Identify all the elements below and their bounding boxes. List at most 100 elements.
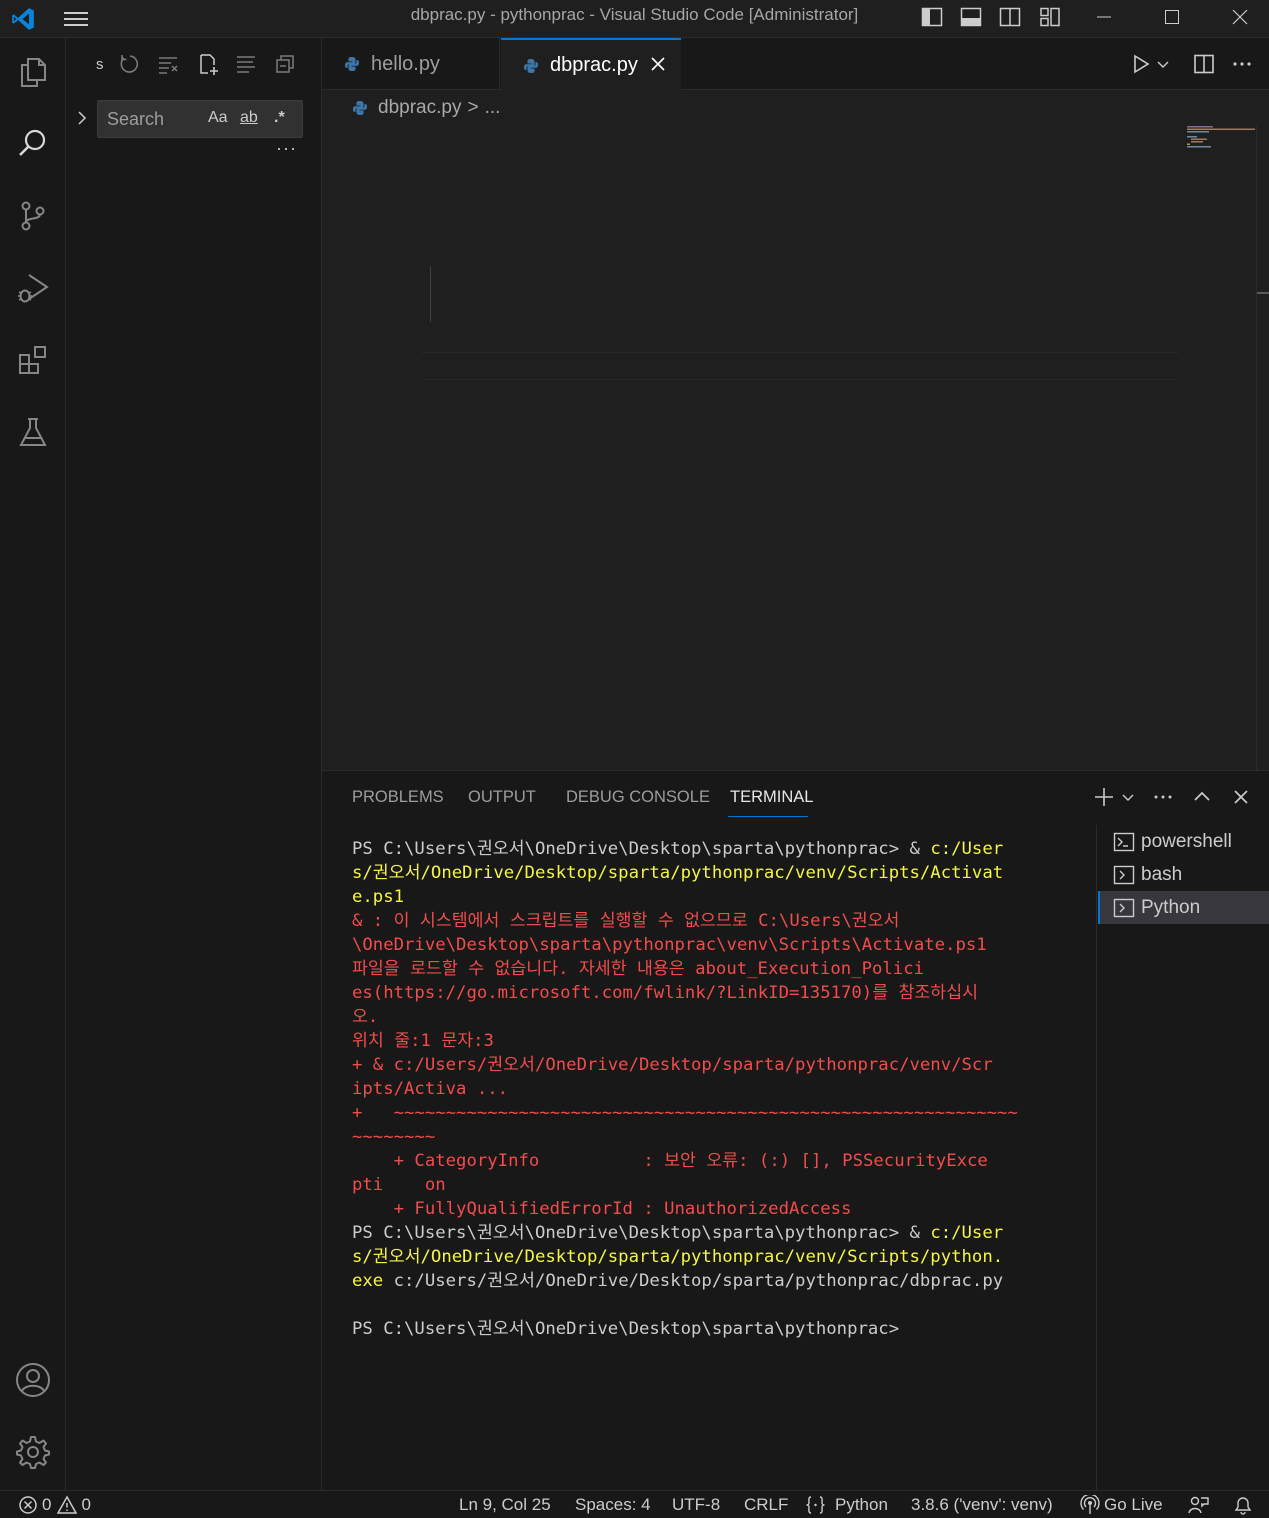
terminal-line: 오. xyxy=(352,1005,1058,1029)
activity-bar xyxy=(0,38,66,1490)
extensions-icon xyxy=(19,346,46,374)
scroll-position-marker xyxy=(1257,292,1269,294)
terminal-item-label: bash xyxy=(1141,863,1183,885)
maximize-button[interactable] xyxy=(1149,0,1195,34)
clear-results-icon[interactable] xyxy=(156,52,180,76)
tab-problems[interactable]: PROBLEMS xyxy=(352,788,444,807)
feedback-icon[interactable] xyxy=(1187,1495,1209,1515)
terminal-line: 위치 줄:1 문자:3 xyxy=(352,1029,1058,1053)
terminal-text: s/권오서/OneDrive/Desktop/sparta/pythonprac… xyxy=(352,863,1004,883)
language-mode[interactable]: Python xyxy=(805,1494,888,1516)
terminal-text: c:/User xyxy=(930,1223,1004,1243)
python-interpreter[interactable]: 3.8.6 ('venv': venv) xyxy=(911,1494,1053,1516)
toggle-primary-sidebar-icon[interactable] xyxy=(920,5,944,29)
tab-output[interactable]: OUTPUT xyxy=(468,788,536,807)
more-actions-icon[interactable] xyxy=(1230,52,1254,76)
code-line: 9 db.users.insert_one(doc) xyxy=(322,352,1178,380)
chevron-down-icon[interactable] xyxy=(1156,57,1170,71)
indentation-status[interactable]: Spaces: 4 xyxy=(575,1494,651,1516)
tab-dbprac-py[interactable]: dbprac.py xyxy=(501,38,681,91)
accounts-button[interactable] xyxy=(0,1348,66,1412)
toggle-search-details-button[interactable]: ··· xyxy=(276,138,297,159)
toggle-panel-icon[interactable] xyxy=(959,5,983,29)
encoding-status[interactable]: UTF-8 xyxy=(672,1494,720,1516)
manage-button[interactable] xyxy=(0,1420,66,1484)
terminal-text: ipts/Activa ... xyxy=(352,1079,509,1099)
problems-status[interactable]: 0 0 xyxy=(18,1494,91,1516)
code-line: 7 'age': 24 xyxy=(322,294,1178,322)
terminal-text: PS C:\Users\권오서\OneDrive\Desktop\sparta\… xyxy=(352,1223,931,1243)
tab-label: hello.py xyxy=(371,52,440,75)
notifications-bell-icon[interactable] xyxy=(1232,1495,1254,1515)
minimap-preview xyxy=(1187,126,1255,148)
toggle-secondary-sidebar-icon[interactable] xyxy=(998,5,1022,29)
terminal-line: + FullyQualifiedErrorId : UnauthorizedAc… xyxy=(352,1197,1058,1221)
tab-terminal[interactable]: TERMINAL xyxy=(730,788,813,807)
new-terminal-icon[interactable] xyxy=(1092,785,1116,809)
terminal-text: 오. xyxy=(352,1007,379,1027)
terminal-line: s/권오서/OneDrive/Desktop/sparta/pythonprac… xyxy=(352,861,1058,885)
explorer-button[interactable] xyxy=(0,40,66,104)
split-editor-icon[interactable] xyxy=(1192,52,1216,76)
flask-icon xyxy=(19,418,47,446)
new-search-editor-icon[interactable] xyxy=(196,52,220,76)
tab-debug-console[interactable]: DEBUG CONSOLE xyxy=(566,788,710,807)
terminal-item-powershell[interactable]: powershell xyxy=(1098,825,1269,858)
match-case-toggle[interactable]: Aa xyxy=(208,109,228,131)
active-tab-indicator xyxy=(728,816,808,817)
breadcrumb: dbprac.py > ... xyxy=(322,90,1269,126)
close-icon xyxy=(1232,9,1248,25)
go-live-button[interactable]: Go Live xyxy=(1080,1494,1163,1516)
collapse-all-icon[interactable] xyxy=(273,52,297,76)
terminal-profiles-chevron-icon[interactable] xyxy=(1120,785,1136,809)
terminal-item-bash[interactable]: bash xyxy=(1098,858,1269,891)
use-regex-toggle[interactable]: .* xyxy=(274,109,285,131)
terminal-text: ~~~~~~~~ xyxy=(352,1127,436,1147)
play-icon xyxy=(1134,54,1150,74)
code-editor[interactable]: 1 from pymongo import MongoClient 2 clie… xyxy=(322,126,1269,770)
breadcrumb-symbols[interactable]: ... xyxy=(485,97,501,119)
maximize-panel-chevron-up-icon[interactable] xyxy=(1190,785,1214,809)
close-panel-icon[interactable] xyxy=(1229,785,1253,809)
tab-hello-py[interactable]: hello.py xyxy=(322,38,500,90)
gear-icon xyxy=(16,1436,50,1469)
minimize-button[interactable] xyxy=(1081,0,1127,34)
cursor-position[interactable]: Ln 9, Col 25 xyxy=(459,1494,551,1516)
terminal-item-python[interactable]: Python xyxy=(1098,891,1269,924)
terminal-text: & : 이 시스템에서 스크립트를 실행할 수 없으므로 C:\Users\권오… xyxy=(352,911,900,931)
close-tab-icon[interactable] xyxy=(649,55,667,73)
refresh-icon[interactable] xyxy=(118,52,142,76)
search-input[interactable] xyxy=(107,107,207,131)
terminal-line: + ~~~~~~~~~~~~~~~~~~~~~~~~~~~~~~~~~~~~~~… xyxy=(352,1101,1058,1125)
terminal-output[interactable]: PS C:\Users\권오서\OneDrive\Desktop\sparta\… xyxy=(352,837,1058,1341)
terminal-text: s/권오서/OneDrive/Desktop/sparta/pythonprac… xyxy=(352,1247,1004,1267)
terminal-line: PS C:\Users\권오서\OneDrive\Desktop\sparta\… xyxy=(352,1221,1058,1245)
terminal-line: ipts/Activa ... xyxy=(352,1077,1058,1101)
search-view-button[interactable] xyxy=(0,112,66,176)
toggle-replace-chevron-icon[interactable] xyxy=(74,110,90,126)
source-control-button[interactable] xyxy=(0,184,66,248)
editor-scrollbar[interactable] xyxy=(1256,126,1269,770)
match-whole-word-toggle[interactable]: ab xyxy=(240,109,258,131)
terminal-text: e.ps1 xyxy=(352,887,405,907)
eol-status[interactable]: CRLF xyxy=(744,1494,788,1516)
view-as-tree-icon[interactable] xyxy=(234,52,258,76)
minimap[interactable] xyxy=(1178,126,1256,770)
customize-layout-icon[interactable] xyxy=(1038,5,1062,29)
broadcast-icon xyxy=(1080,1495,1100,1514)
close-window-button[interactable] xyxy=(1217,0,1263,34)
run-python-file-button[interactable] xyxy=(1130,50,1170,78)
terminal-icon xyxy=(1113,898,1135,917)
code-line: 5 doc = { xyxy=(322,238,1178,266)
run-and-debug-button[interactable] xyxy=(0,256,66,320)
extensions-button[interactable] xyxy=(0,328,66,392)
terminal-line: \OneDrive\Desktop\sparta\pythonprac\venv… xyxy=(352,933,1058,957)
python-file-icon xyxy=(345,57,359,71)
code-line: 8 } xyxy=(322,322,1178,350)
testing-button[interactable] xyxy=(0,400,66,464)
search-sidebar: s Aa ab .* ··· xyxy=(66,38,322,1490)
panel-more-actions-icon[interactable] xyxy=(1151,785,1175,809)
terminal-item-label: powershell xyxy=(1141,830,1232,852)
terminal-text: pti on xyxy=(352,1175,446,1195)
breadcrumb-file[interactable]: dbprac.py xyxy=(378,97,461,119)
